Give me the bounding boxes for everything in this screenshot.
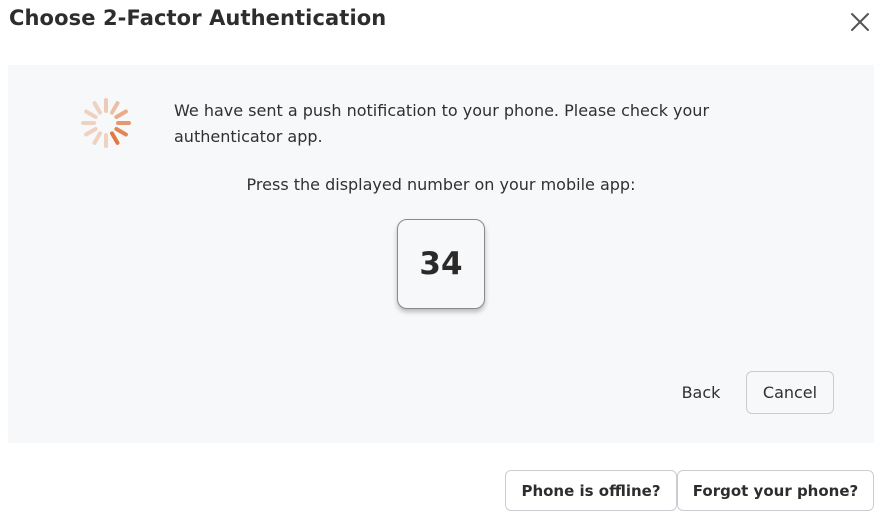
dialog-title: Choose 2-Factor Authentication bbox=[9, 6, 387, 30]
close-icon bbox=[851, 13, 869, 31]
loading-spinner-icon bbox=[81, 98, 131, 148]
push-notification-message: We have sent a push notification to your… bbox=[174, 101, 710, 146]
back-button[interactable]: Back bbox=[670, 372, 732, 412]
push-notification-panel: We have sent a push notification to your… bbox=[8, 65, 874, 443]
close-button[interactable] bbox=[846, 8, 874, 36]
cancel-button[interactable]: Cancel bbox=[746, 371, 834, 414]
phone-offline-button[interactable]: Phone is offline? bbox=[505, 470, 677, 511]
number-instruction: Press the displayed number on your mobil… bbox=[246, 175, 636, 194]
two-factor-dialog: Choose 2-Factor Authentication We have s… bbox=[0, 0, 896, 526]
verification-number: 34 bbox=[397, 219, 485, 309]
forgot-phone-button[interactable]: Forgot your phone? bbox=[677, 470, 874, 511]
